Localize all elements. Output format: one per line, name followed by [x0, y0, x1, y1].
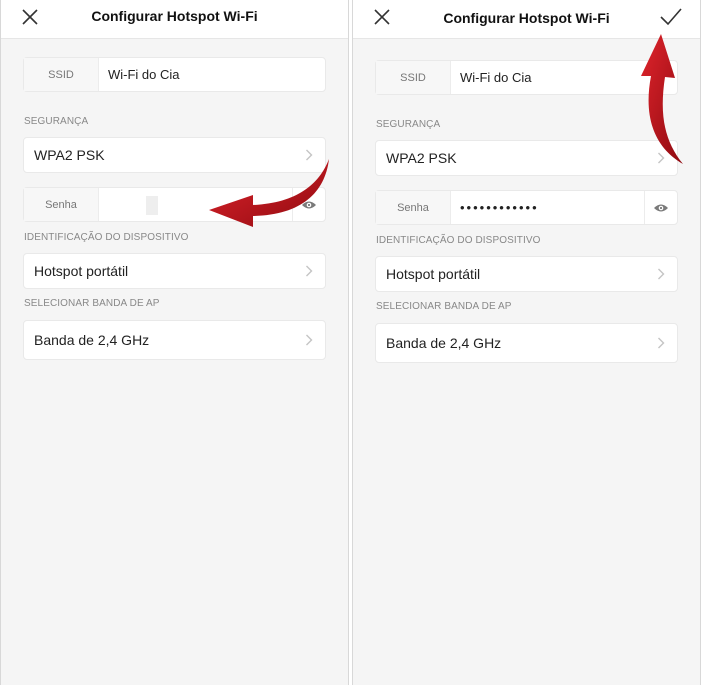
security-section-label: SEGURANÇA	[24, 116, 89, 127]
screen-after: Configurar Hotspot Wi-Fi SSID Wi-Fi do C…	[352, 0, 701, 685]
checkmark-icon	[660, 8, 682, 26]
band-section-label: SELECIONAR BANDA DE AP	[376, 301, 512, 312]
chevron-right-icon	[658, 337, 665, 349]
security-value: WPA2 PSK	[34, 147, 105, 163]
ssid-label: SSID	[376, 61, 451, 94]
ssid-label: SSID	[24, 58, 99, 91]
chevron-right-icon	[658, 268, 665, 280]
header: Configurar Hotspot Wi-Fi	[1, 0, 348, 39]
band-row[interactable]: Banda de 2,4 GHz	[375, 323, 678, 363]
device-section-label: IDENTIFICAÇÃO DO DISPOSITIVO	[376, 235, 541, 246]
chevron-right-icon	[306, 265, 313, 277]
band-row[interactable]: Banda de 2,4 GHz	[23, 320, 326, 360]
password-label: Senha	[376, 191, 451, 224]
band-section-label: SELECIONAR BANDA DE AP	[24, 298, 160, 309]
confirm-button[interactable]	[658, 6, 684, 28]
band-value: Banda de 2,4 GHz	[386, 335, 502, 351]
device-row[interactable]: Hotspot portátil	[23, 253, 326, 289]
ssid-field[interactable]: SSID Wi-Fi do Cia	[23, 57, 326, 92]
show-password-button[interactable]	[644, 191, 677, 224]
device-section-label: IDENTIFICAÇÃO DO DISPOSITIVO	[24, 232, 189, 243]
password-input[interactable]	[450, 191, 645, 224]
password-field[interactable]: Senha	[375, 190, 678, 225]
red-arrow-icon	[641, 34, 683, 164]
device-row[interactable]: Hotspot portátil	[375, 256, 678, 292]
password-label: Senha	[24, 188, 99, 221]
page-title: Configurar Hotspot Wi-Fi	[91, 8, 258, 24]
chevron-right-icon	[306, 334, 313, 346]
device-value: Hotspot portátil	[34, 263, 129, 279]
ssid-input[interactable]: Wi-Fi do Cia	[98, 58, 325, 91]
security-section-label: SEGURANÇA	[376, 119, 441, 130]
security-value: WPA2 PSK	[386, 150, 457, 166]
text-cursor-block	[146, 196, 158, 215]
band-value: Banda de 2,4 GHz	[34, 332, 150, 348]
red-arrow-icon	[209, 159, 329, 227]
screen-before: Configurar Hotspot Wi-Fi SSID Wi-Fi do C…	[0, 0, 349, 685]
page-title: Configurar Hotspot Wi-Fi	[443, 10, 610, 26]
device-value: Hotspot portátil	[386, 266, 481, 282]
eye-icon	[654, 204, 668, 211]
